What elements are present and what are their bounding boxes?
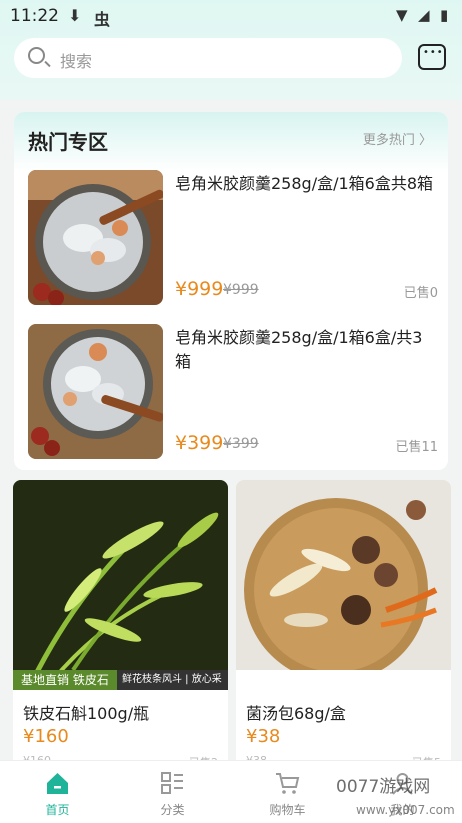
watermark-url: www.yx007.com xyxy=(356,803,455,817)
grid-product-1[interactable]: 基地直销 铁皮石斛 鲜花枝条风斗 | 放心采选 铁皮石斛100g/瓶 ¥160 … xyxy=(13,480,228,770)
product-sold: 已售11 xyxy=(395,440,438,455)
product-image xyxy=(28,324,163,459)
wifi-icon: ▼ xyxy=(396,6,408,24)
status-bar: 11:22 ⬇ 虫 ▼ ◢ ▮ xyxy=(0,0,462,32)
product-name: 菌汤包68g/盒 xyxy=(246,704,346,723)
download-icon: ⬇ xyxy=(68,6,82,25)
hot-section: 热门专区 更多热门 〉 皂角米胶颜羹258g/盒/1箱6盒共8箱 ¥999 ¥9… xyxy=(14,112,448,470)
category-icon xyxy=(161,772,183,794)
bug-icon: 虫 xyxy=(94,10,111,29)
product-sold: 已售0 xyxy=(403,286,438,301)
search-placeholder: 搜索 xyxy=(60,52,93,71)
product-image xyxy=(236,480,451,690)
tag-quality: 鲜花枝条风斗 | 放心采选 xyxy=(117,670,228,705)
product-old-price: ¥399 xyxy=(223,436,259,452)
home-icon xyxy=(47,773,68,794)
product-tags: 基地直销 铁皮石斛 鲜花枝条风斗 | 放心采选 xyxy=(13,670,228,707)
grid-product-2[interactable]: 菌汤包68g/盒 ¥38 ¥38 已售5 xyxy=(236,480,451,770)
search-icon xyxy=(28,47,45,64)
tab-cart[interactable]: 购物车 xyxy=(230,761,345,823)
product-name: 铁皮石斛100g/瓶 xyxy=(23,704,150,723)
product-price: ¥399 xyxy=(175,432,224,454)
product-price: ¥38 xyxy=(246,726,281,747)
product-image: 基地直销 铁皮石斛 鲜花枝条风斗 | 放心采选 xyxy=(13,480,228,707)
product-name: 皂角米胶颜羹258g/盒/1箱6盒/共3箱 xyxy=(175,328,423,371)
product-old-price: ¥999 xyxy=(223,282,259,298)
signal-icon: ◢ xyxy=(418,6,430,24)
tag-origin: 基地直销 铁皮石斛 xyxy=(13,670,117,707)
message-icon[interactable] xyxy=(418,44,446,70)
status-time: 11:22 xyxy=(10,6,59,26)
hot-product-1[interactable]: 皂角米胶颜羹258g/盒/1箱6盒共8箱 ¥999 ¥999 已售0 xyxy=(28,170,438,306)
tab-category[interactable]: 分类 xyxy=(115,761,230,823)
tab-label: 分类 xyxy=(160,803,185,817)
tab-home[interactable]: 首页 xyxy=(0,761,115,823)
product-price: ¥999 xyxy=(175,278,224,300)
cart-icon xyxy=(276,773,300,794)
search-bar[interactable]: 搜索 xyxy=(14,38,402,78)
tab-label: 首页 xyxy=(45,803,70,817)
more-hot-link[interactable]: 更多热门 〉 xyxy=(363,129,432,148)
hot-section-title: 热门专区 xyxy=(28,130,108,154)
hot-product-2[interactable]: 皂角米胶颜羹258g/盒/1箱6盒/共3箱 ¥399 ¥399 已售11 xyxy=(28,324,438,460)
tab-label: 购物车 xyxy=(269,803,306,817)
product-name: 皂角米胶颜羹258g/盒/1箱6盒共8箱 xyxy=(175,174,434,193)
product-price: ¥160 xyxy=(23,726,69,747)
battery-icon: ▮ xyxy=(440,6,449,24)
product-image xyxy=(28,170,163,305)
watermark: 0077游戏网 xyxy=(336,777,431,797)
